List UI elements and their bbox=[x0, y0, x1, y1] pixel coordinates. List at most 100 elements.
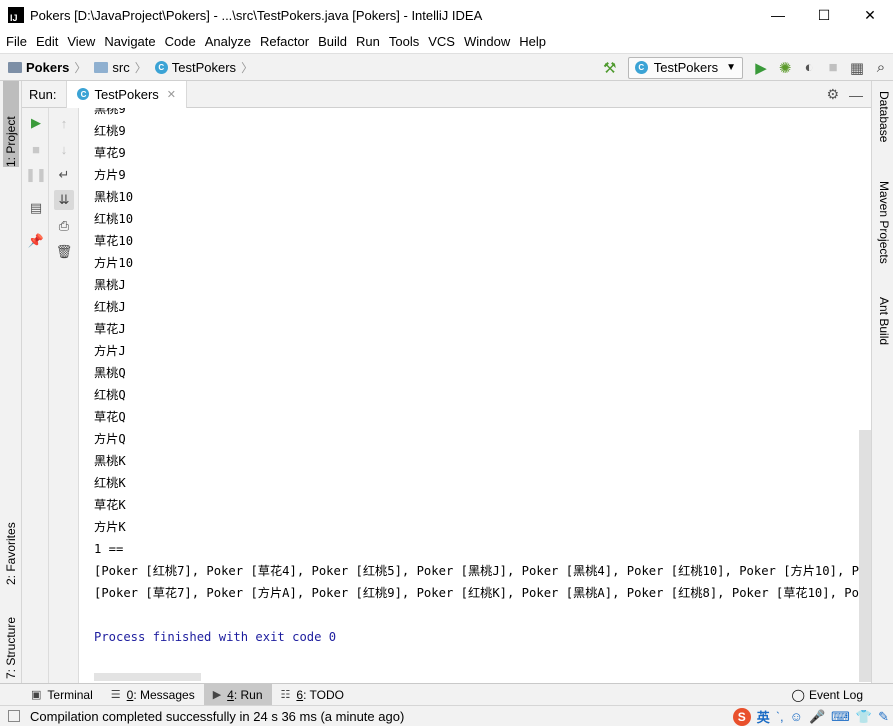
console-line: 黑桃9 bbox=[94, 108, 126, 116]
punctuation-icon[interactable]: ˋ, bbox=[776, 709, 784, 724]
tab-run[interactable]: ▶ 4: Run bbox=[203, 683, 272, 706]
soft-wrap-icon[interactable]: ↵ bbox=[54, 165, 74, 185]
rerun-icon[interactable]: ▶ bbox=[26, 113, 46, 133]
menu-run[interactable]: Run bbox=[352, 34, 384, 49]
layout-icon[interactable]: ▤ bbox=[26, 198, 46, 218]
tab-todo[interactable]: ☷ 6: TODO bbox=[272, 684, 353, 706]
close-tab-icon[interactable]: ✕ bbox=[167, 88, 176, 101]
coverage-icon[interactable]: ◐ bbox=[797, 56, 821, 80]
tab-database-label: Database bbox=[877, 91, 891, 143]
minimize-button[interactable]: — bbox=[755, 0, 801, 30]
class-icon: C bbox=[634, 61, 648, 74]
breadcrumb-src-label: src bbox=[112, 59, 130, 75]
breadcrumb-project[interactable]: Pokers 〉 bbox=[8, 59, 86, 76]
print-icon[interactable]: ⎙ bbox=[54, 216, 74, 236]
tab-terminal[interactable]: ▣ Terminal bbox=[22, 684, 102, 706]
hammer-icon[interactable]: ⚒ bbox=[598, 56, 622, 80]
menu-refactor[interactable]: Refactor bbox=[256, 34, 313, 49]
menu-window[interactable]: Window bbox=[460, 34, 514, 49]
event-log-button[interactable]: ◯ Event Log bbox=[792, 684, 863, 706]
run-config-label: TestPokers bbox=[653, 60, 719, 75]
tab-project[interactable]: 1: Project bbox=[3, 81, 19, 167]
pause-icon[interactable]: ❚❚ bbox=[25, 165, 47, 185]
tab-database[interactable]: Database bbox=[876, 91, 892, 171]
pin-icon[interactable]: 📌 bbox=[26, 231, 46, 251]
scroll-to-end-icon[interactable]: ⇊ bbox=[54, 190, 74, 210]
tab-maven-projects[interactable]: Maven Projects bbox=[876, 181, 892, 285]
tab-run-prefix: 4 bbox=[227, 687, 234, 702]
class-icon: C bbox=[77, 88, 90, 100]
console-line: 红桃10 bbox=[94, 212, 134, 226]
tab-structure[interactable]: 7: Structure bbox=[3, 589, 19, 679]
menu-file[interactable]: File bbox=[2, 34, 31, 49]
event-log-label: Event Log bbox=[808, 688, 863, 702]
breadcrumb-project-label: Pokers bbox=[26, 59, 70, 75]
console-line: [Poker [红桃7], Poker [草花4], Poker [红桃5], … bbox=[94, 564, 859, 578]
menu-vcs[interactable]: VCS bbox=[424, 34, 459, 49]
tab-messages[interactable]: ☰ 0: Messages bbox=[102, 684, 204, 706]
bottom-tool-tabs: ▣ Terminal ☰ 0: Messages ▶ 4: Run ☷ 6: T… bbox=[0, 683, 893, 706]
project-structure-icon[interactable]: ▦ bbox=[845, 56, 869, 80]
breadcrumb-class[interactable]: C TestPokers 〉 bbox=[154, 59, 253, 76]
keyboard-icon[interactable]: ⌨ bbox=[831, 709, 850, 725]
chevron-right-icon: 〉 bbox=[74, 60, 87, 75]
sogou-ime-icon[interactable]: S bbox=[732, 707, 751, 726]
tab-terminal-label: Terminal bbox=[47, 687, 93, 702]
arrow-down-icon[interactable]: ↓ bbox=[54, 139, 74, 159]
class-icon: C bbox=[154, 60, 168, 74]
console-line: 黑桃10 bbox=[94, 190, 134, 204]
emoji-icon[interactable]: ☺ bbox=[790, 709, 803, 724]
console-line: 黑桃J bbox=[94, 278, 126, 292]
menu-edit[interactable]: Edit bbox=[32, 34, 62, 49]
run-toolbar-secondary: ↑ ↓ ↵ ⇊ ⎙ 🗑 bbox=[49, 108, 79, 683]
tools-icon[interactable]: ✎ bbox=[878, 709, 889, 725]
status-message: Compilation completed successfully in 24… bbox=[30, 708, 405, 724]
tab-ant-build[interactable]: Ant Build bbox=[876, 297, 892, 369]
run-config-dropdown[interactable]: C TestPokers ▼ bbox=[627, 56, 743, 79]
console-line: 红桃J bbox=[94, 300, 126, 314]
console-line: 红桃Q bbox=[94, 388, 126, 402]
hide-panel-icon[interactable]: — bbox=[849, 87, 863, 103]
horizontal-scrollbar[interactable] bbox=[94, 673, 201, 681]
arrow-up-icon[interactable]: ↑ bbox=[54, 113, 74, 133]
ime-mode-label[interactable]: 英 bbox=[757, 707, 770, 726]
tab-ant-label: Ant Build bbox=[877, 297, 891, 346]
intellij-logo-icon: IJ bbox=[8, 7, 24, 23]
shirt-icon[interactable]: 👕 bbox=[856, 709, 872, 725]
menu-navigate[interactable]: Navigate bbox=[100, 34, 159, 49]
stop-icon[interactable]: ■ bbox=[26, 139, 46, 159]
menu-build[interactable]: Build bbox=[314, 34, 351, 49]
gear-icon[interactable]: ⚙ bbox=[826, 86, 839, 103]
trash-icon[interactable]: 🗑 bbox=[54, 242, 74, 262]
run-tab-testpokers[interactable]: C TestPokers ✕ bbox=[66, 80, 187, 108]
run-tab-label: TestPokers bbox=[94, 86, 159, 102]
debug-icon[interactable]: ✺ bbox=[773, 56, 797, 80]
right-tool-strip: Database Maven Projects Ant Build bbox=[871, 81, 893, 683]
menu-tools[interactable]: Tools bbox=[385, 34, 423, 49]
stop-icon[interactable]: ■ bbox=[821, 56, 845, 80]
breadcrumb-src[interactable]: src 〉 bbox=[94, 59, 147, 76]
menu-view[interactable]: View bbox=[63, 34, 99, 49]
run-icon[interactable]: ▶ bbox=[749, 56, 773, 80]
console-line: 方片J bbox=[94, 344, 126, 358]
menu-analyze[interactable]: Analyze bbox=[201, 34, 255, 49]
console-line: 方片9 bbox=[94, 168, 126, 182]
menu-help[interactable]: Help bbox=[515, 34, 550, 49]
tab-favorites[interactable]: 2: Favorites bbox=[3, 491, 19, 585]
console-line: 方片K bbox=[94, 520, 126, 534]
tab-messages-label: : Messages bbox=[133, 687, 195, 702]
console-line: Process finished with exit code 0 bbox=[94, 630, 337, 644]
status-window-icon[interactable] bbox=[8, 710, 20, 722]
menu-code[interactable]: Code bbox=[161, 34, 200, 49]
maximize-button[interactable]: ☐ bbox=[801, 0, 847, 30]
close-button[interactable]: ✕ bbox=[847, 0, 893, 30]
console-output[interactable]: 黑桃9 红桃9 草花9 方片9 黑桃10 红桃10 草花10 方片10 黑桃J 红桃J 草花J 方片J… bbox=[80, 108, 859, 683]
console-line: 草花J bbox=[94, 322, 126, 336]
console-line: 草花Q bbox=[94, 410, 126, 424]
microphone-icon[interactable]: 🎤 bbox=[809, 709, 825, 725]
search-icon[interactable]: ⌕ bbox=[869, 56, 893, 80]
vertical-scrollbar-thumb[interactable] bbox=[859, 430, 871, 682]
tab-messages-prefix: 0 bbox=[126, 687, 134, 702]
chevron-down-icon: ▼ bbox=[726, 62, 736, 73]
